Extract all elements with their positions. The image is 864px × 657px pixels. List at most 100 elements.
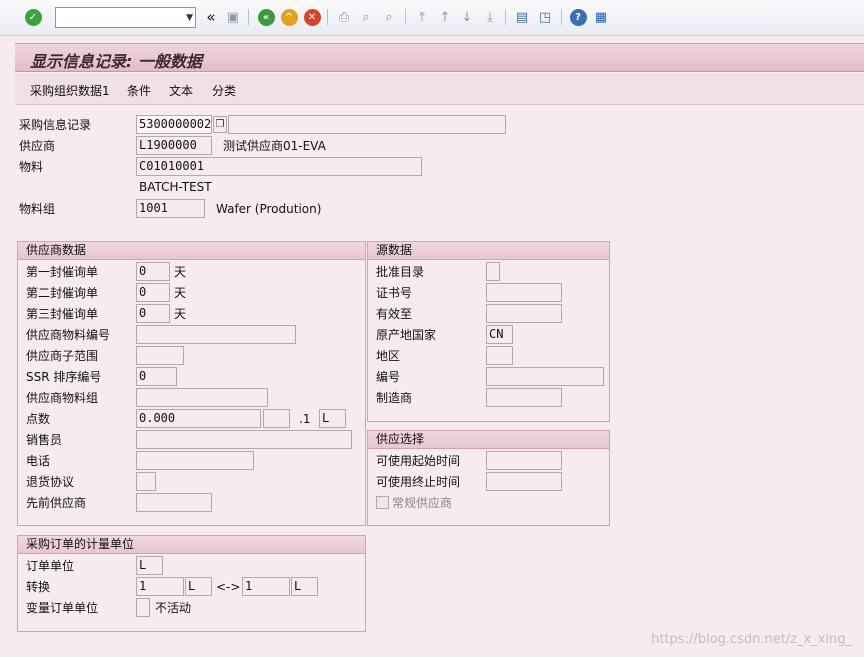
customize-layout-icon[interactable]: ▦ bbox=[592, 8, 610, 26]
shortcut-icon[interactable]: ◳ bbox=[536, 8, 554, 26]
po-unit-group: 采购订单的计量单位 订单单位 L 转换 1 L <-> 1 L 变量订单单位 不… bbox=[17, 535, 366, 632]
phone-label: 电话 bbox=[26, 454, 51, 468]
back-double-icon[interactable]: « bbox=[202, 8, 220, 26]
country-field[interactable]: CN bbox=[486, 325, 513, 344]
source-data-group: 源数据 批准目录 证书号 有效至 原产地国家 CN 地区 编号 制造商 bbox=[367, 241, 610, 422]
title-bar: 显示信息记录: 一般数据 bbox=[15, 43, 864, 72]
vendor-subrange-label: 供应商子范围 bbox=[26, 349, 99, 363]
manufacturer-field[interactable] bbox=[486, 388, 562, 407]
reminder1-unit: 天 bbox=[174, 265, 187, 279]
available-to-label: 可使用终止时间 bbox=[376, 475, 461, 489]
ssr-field[interactable]: 0 bbox=[136, 367, 177, 386]
vendor-material-group-label: 供应商物料组 bbox=[26, 391, 99, 405]
menu-conditions[interactable]: 条件 bbox=[127, 82, 151, 99]
valid-to-field[interactable] bbox=[486, 304, 562, 323]
enter-icon[interactable]: ✓ bbox=[24, 8, 42, 26]
conversion-right-value-field[interactable]: 1 bbox=[242, 577, 290, 596]
material-description: BATCH-TEST bbox=[139, 180, 212, 194]
info-record-desc-field[interactable] bbox=[228, 115, 506, 134]
available-from-label: 可使用起始时间 bbox=[376, 454, 461, 468]
material-group-field[interactable]: 1001 bbox=[136, 199, 205, 218]
previous-page-icon[interactable]: ↑ bbox=[436, 8, 454, 26]
back-icon[interactable]: « bbox=[257, 8, 275, 26]
command-field[interactable]: ▼ bbox=[55, 7, 196, 28]
salesperson-label: 销售员 bbox=[26, 433, 63, 447]
vendor-material-group-field[interactable] bbox=[136, 388, 268, 407]
info-record-field[interactable]: 5300000002 bbox=[136, 115, 212, 134]
return-agreement-field[interactable] bbox=[136, 472, 156, 491]
variable-unit-field[interactable] bbox=[136, 598, 150, 617]
salesperson-field[interactable] bbox=[136, 430, 352, 449]
cancel-icon[interactable]: ✕ bbox=[303, 8, 321, 26]
reminder3-field[interactable]: 0 bbox=[136, 304, 170, 323]
menu-classification[interactable]: 分类 bbox=[212, 82, 236, 99]
ssr-label: SSR 排序编号 bbox=[26, 370, 102, 384]
points-unit-field[interactable]: L bbox=[319, 409, 346, 428]
reminder1-field[interactable]: 0 bbox=[136, 262, 170, 281]
valid-to-label: 有效至 bbox=[376, 307, 413, 321]
material-field[interactable]: C01010001 bbox=[136, 157, 422, 176]
conversion-arrow: <-> bbox=[216, 580, 241, 594]
return-agreement-label: 退货协议 bbox=[26, 475, 75, 489]
vendor-field[interactable]: L1900000 bbox=[136, 136, 212, 155]
vendor-name: 测试供应商01-EVA bbox=[223, 139, 326, 153]
available-from-field[interactable] bbox=[486, 451, 562, 470]
supply-option-group: 供应选择 可使用起始时间 可使用终止时间 常规供应商 bbox=[367, 430, 610, 526]
certificate-field[interactable] bbox=[486, 283, 562, 302]
application-toolbar: 采购组织数据1 条件 文本 分类 bbox=[15, 73, 864, 105]
po-unit-title: 采购订单的计量单位 bbox=[18, 536, 365, 554]
menu-texts[interactable]: 文本 bbox=[169, 82, 193, 99]
conversion-left-unit-field[interactable]: L bbox=[185, 577, 212, 596]
manufacturer-label: 制造商 bbox=[376, 391, 413, 405]
number-field[interactable] bbox=[486, 367, 604, 386]
number-label: 编号 bbox=[376, 370, 401, 384]
next-page-icon[interactable]: ↓ bbox=[458, 8, 476, 26]
vendor-data-group: 供应商数据 第一封催询单 0 天 第二封催询单 0 天 第三封催询单 0 天 供… bbox=[17, 241, 366, 526]
help-icon[interactable]: ? bbox=[569, 8, 587, 26]
approved-catalog-label: 批准目录 bbox=[376, 265, 425, 279]
order-unit-field[interactable]: L bbox=[136, 556, 163, 575]
variable-unit-label: 变量订单单位 bbox=[26, 601, 99, 615]
standard-toolbar: ✓ ▼ « ▣ « ^ ✕ ⎙ ⌕ ⌕ ⤒ ↑ ↓ ⤓ ▤ ◳ ? ▦ bbox=[0, 0, 864, 36]
toolbar-separator bbox=[505, 9, 506, 25]
copy-icon[interactable]: ❐ bbox=[213, 116, 227, 133]
chevron-down-icon[interactable]: ▼ bbox=[186, 13, 193, 23]
reminder2-field[interactable]: 0 bbox=[136, 283, 170, 302]
regular-vendor-checkbox[interactable] bbox=[376, 496, 389, 509]
points-field[interactable]: 0.000 bbox=[136, 409, 261, 428]
toolbar-separator bbox=[405, 9, 406, 25]
reminder2-unit: 天 bbox=[174, 286, 187, 300]
conversion-label: 转换 bbox=[26, 580, 51, 594]
region-field[interactable] bbox=[486, 346, 513, 365]
reminder3-label: 第三封催询单 bbox=[26, 307, 99, 321]
material-group-label: 物料组 bbox=[19, 202, 56, 216]
phone-field[interactable] bbox=[136, 451, 254, 470]
reminder3-unit: 天 bbox=[174, 307, 187, 321]
vendor-material-no-field[interactable] bbox=[136, 325, 296, 344]
regular-vendor-label: 常规供应商 bbox=[392, 496, 453, 510]
last-page-icon[interactable]: ⤓ bbox=[481, 8, 499, 26]
find-next-icon[interactable]: ⌕ bbox=[380, 8, 398, 26]
source-data-title: 源数据 bbox=[368, 242, 609, 260]
available-to-field[interactable] bbox=[486, 472, 562, 491]
vendor-material-no-label: 供应商物料编号 bbox=[26, 328, 111, 342]
save-icon[interactable]: ▣ bbox=[224, 8, 242, 26]
menu-purch-org-data[interactable]: 采购组织数据1 bbox=[30, 82, 110, 99]
find-icon[interactable]: ⌕ bbox=[357, 8, 375, 26]
print-icon[interactable]: ⎙ bbox=[335, 8, 353, 26]
conversion-left-value-field[interactable]: 1 bbox=[136, 577, 184, 596]
supply-option-title: 供应选择 bbox=[368, 431, 609, 449]
exit-icon[interactable]: ^ bbox=[280, 8, 298, 26]
vendor-subrange-field[interactable] bbox=[136, 346, 184, 365]
region-label: 地区 bbox=[376, 349, 401, 363]
toolbar-separator bbox=[327, 9, 328, 25]
points-extra-field[interactable] bbox=[263, 409, 290, 428]
create-session-icon[interactable]: ▤ bbox=[513, 8, 531, 26]
vendor-data-title: 供应商数据 bbox=[18, 242, 365, 260]
variable-unit-status: 不活动 bbox=[155, 601, 192, 615]
conversion-right-unit-field[interactable]: L bbox=[291, 577, 318, 596]
approved-catalog-field[interactable] bbox=[486, 262, 500, 281]
first-page-icon[interactable]: ⤒ bbox=[413, 8, 431, 26]
prior-vendor-field[interactable] bbox=[136, 493, 212, 512]
points-label: 点数 bbox=[26, 412, 51, 426]
